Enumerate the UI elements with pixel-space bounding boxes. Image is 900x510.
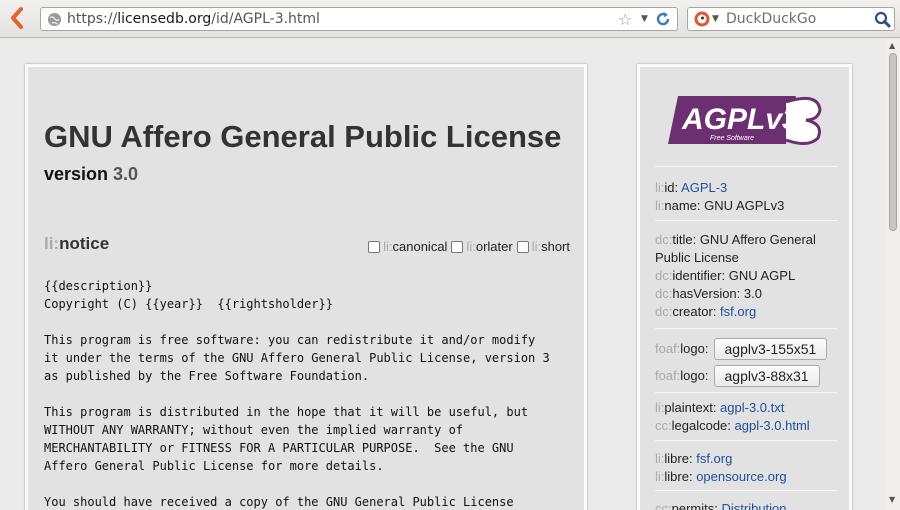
orlater-prefix: li: [466, 239, 476, 254]
dc-title-prefix: dc: [655, 232, 673, 247]
permits-key: permits [671, 501, 715, 510]
dc-version-key: hasVersion [672, 286, 737, 301]
plaintext-key: plaintext [664, 400, 713, 415]
permits-link[interactable]: Distribution [721, 501, 786, 510]
divider [655, 220, 837, 221]
logo-block: foaf: logo: agplv3-155x51 foaf: logo: agpl… [655, 335, 837, 389]
orlater-checkbox-box[interactable] [451, 240, 464, 253]
logo-row: foaf: logo: agplv3-88x31 [655, 362, 837, 389]
notice-options: li: canonical li: orlater li: short [364, 239, 570, 254]
browser-toolbar: https://licensedb.org/id/AGPL-3.html ☆ ▼… [0, 0, 900, 38]
libre-prefix: li: [655, 469, 665, 484]
agplv3-logo: AGPLv3 Free Software [668, 96, 822, 145]
canonical-checkbox[interactable]: li: canonical [368, 239, 447, 254]
license-main-panel: GNU Affero General Public License versio… [25, 64, 587, 510]
divider [655, 490, 837, 491]
back-arrow-icon[interactable] [6, 5, 30, 31]
logo-subtext: Free Software [710, 135, 754, 142]
short-prefix: li: [531, 239, 542, 254]
version-line: version 3.0 [44, 164, 138, 185]
orlater-checkbox[interactable]: li: orlater [451, 239, 513, 254]
libre-osi-link[interactable]: opensource.org [696, 469, 786, 484]
dc-identifier-value: GNU AGPL [728, 268, 796, 283]
dc-identifier-key: identifier [672, 268, 722, 283]
notice-prefix: li: [44, 234, 60, 253]
logo-small-button[interactable]: agplv3-88x31 [713, 364, 820, 387]
id-key: id [664, 180, 675, 195]
short-checkbox[interactable]: li: short [516, 239, 570, 254]
short-label: short [541, 239, 570, 254]
logo-row: foaf: logo: agplv3-155x51 [655, 335, 837, 362]
logo-large-button[interactable]: agplv3-155x51 [713, 337, 828, 360]
libre-block: li:libre: fsf.org li:libre: opensource.o… [655, 451, 787, 484]
url-scheme: https:// [67, 11, 118, 27]
logo-prefix: foaf: [655, 340, 681, 356]
text-links-block: li:plaintext: agpl-3.0.txt cc:legalcode:… [655, 400, 810, 433]
globe-icon [47, 12, 62, 27]
reload-icon[interactable] [655, 11, 671, 27]
scroll-down-arrow-icon[interactable]: ▼ [889, 495, 895, 504]
page-title: GNU Affero General Public License [44, 119, 562, 154]
url-history-dropdown-icon[interactable]: ▼ [641, 14, 648, 24]
logo-prefix: foaf: [655, 367, 681, 383]
libre-key: libre [664, 469, 689, 484]
search-bar[interactable]: ▼ DuckDuckGo [687, 7, 895, 31]
dc-title-key: title [672, 232, 693, 247]
permits-prefix: cc: [655, 501, 672, 510]
libre-key: libre [664, 451, 689, 466]
canonical-prefix: li: [383, 239, 393, 254]
libre-fsf-link[interactable]: fsf.org [696, 451, 732, 466]
name-prefix: li: [655, 198, 665, 213]
libre-prefix: li: [655, 451, 665, 466]
orlater-label: orlater [475, 239, 513, 254]
notice-heading: li:notice [44, 234, 109, 254]
dublin-core-block: dc:title: GNU Affero General Public Lice… [655, 232, 816, 319]
name-key: name [664, 198, 697, 213]
duckduckgo-icon[interactable] [694, 11, 710, 27]
divider [655, 440, 837, 441]
bookmark-star-icon[interactable]: ☆ [618, 10, 632, 29]
legalcode-key: legalcode [671, 418, 728, 433]
notice-text: {{description}} Copyright (C) {{year}} {… [44, 279, 550, 509]
divider [655, 392, 837, 393]
name-value: GNU AGPLv3 [704, 198, 785, 213]
search-icon[interactable] [874, 11, 891, 28]
url-text[interactable]: https://licensedb.org/id/AGPL-3.html [67, 11, 320, 27]
divider [655, 166, 837, 167]
short-checkbox-box[interactable] [516, 240, 529, 253]
search-engine-dropdown-icon[interactable]: ▼ [712, 14, 719, 24]
logo-key: logo [680, 340, 705, 356]
logo-key: logo [680, 367, 705, 383]
version-number: 3.0 [113, 164, 139, 184]
search-placeholder: DuckDuckGo [726, 11, 817, 27]
dc-version-value: 3.0 [743, 286, 762, 301]
dc-creator-link[interactable]: fsf.org [720, 304, 756, 319]
dc-creator-prefix: dc: [655, 304, 673, 319]
url-bar[interactable]: https://licensedb.org/id/AGPL-3.html ☆ ▼ [40, 7, 678, 31]
url-host: licensedb.org [117, 11, 212, 27]
notice-label: notice [59, 234, 110, 253]
version-label: version [44, 164, 109, 184]
id-link[interactable]: AGPL-3 [681, 180, 727, 195]
divider [655, 328, 837, 329]
license-metadata-sidebar: AGPLv3 Free Software li:id: AGPL-3 li:na… [637, 64, 852, 510]
canonical-checkbox-box[interactable] [368, 240, 381, 253]
permits-block: cc:permits: Distribution [655, 500, 837, 510]
scrollbar-thumb[interactable] [889, 53, 897, 231]
dc-creator-key: creator [672, 304, 713, 319]
page-scrollbar[interactable]: ▲ ▼ [886, 39, 900, 510]
legalcode-prefix: cc: [655, 418, 672, 433]
legalcode-link[interactable]: agpl-3.0.html [735, 418, 810, 433]
scroll-up-arrow-icon[interactable]: ▲ [889, 41, 895, 50]
logo-text: AGPLv3 [681, 103, 799, 136]
plaintext-link[interactable]: agpl-3.0.txt [720, 400, 784, 415]
canonical-label: canonical [392, 239, 448, 254]
id-prefix: li: [655, 180, 665, 195]
id-block: li:id: AGPL-3 li:name: GNU AGPLv3 [655, 180, 785, 213]
url-path: /id/AGPL-3.html [211, 11, 320, 27]
dc-identifier-prefix: dc: [655, 268, 673, 283]
plaintext-prefix: li: [655, 400, 665, 415]
dc-version-prefix: dc: [655, 286, 673, 301]
